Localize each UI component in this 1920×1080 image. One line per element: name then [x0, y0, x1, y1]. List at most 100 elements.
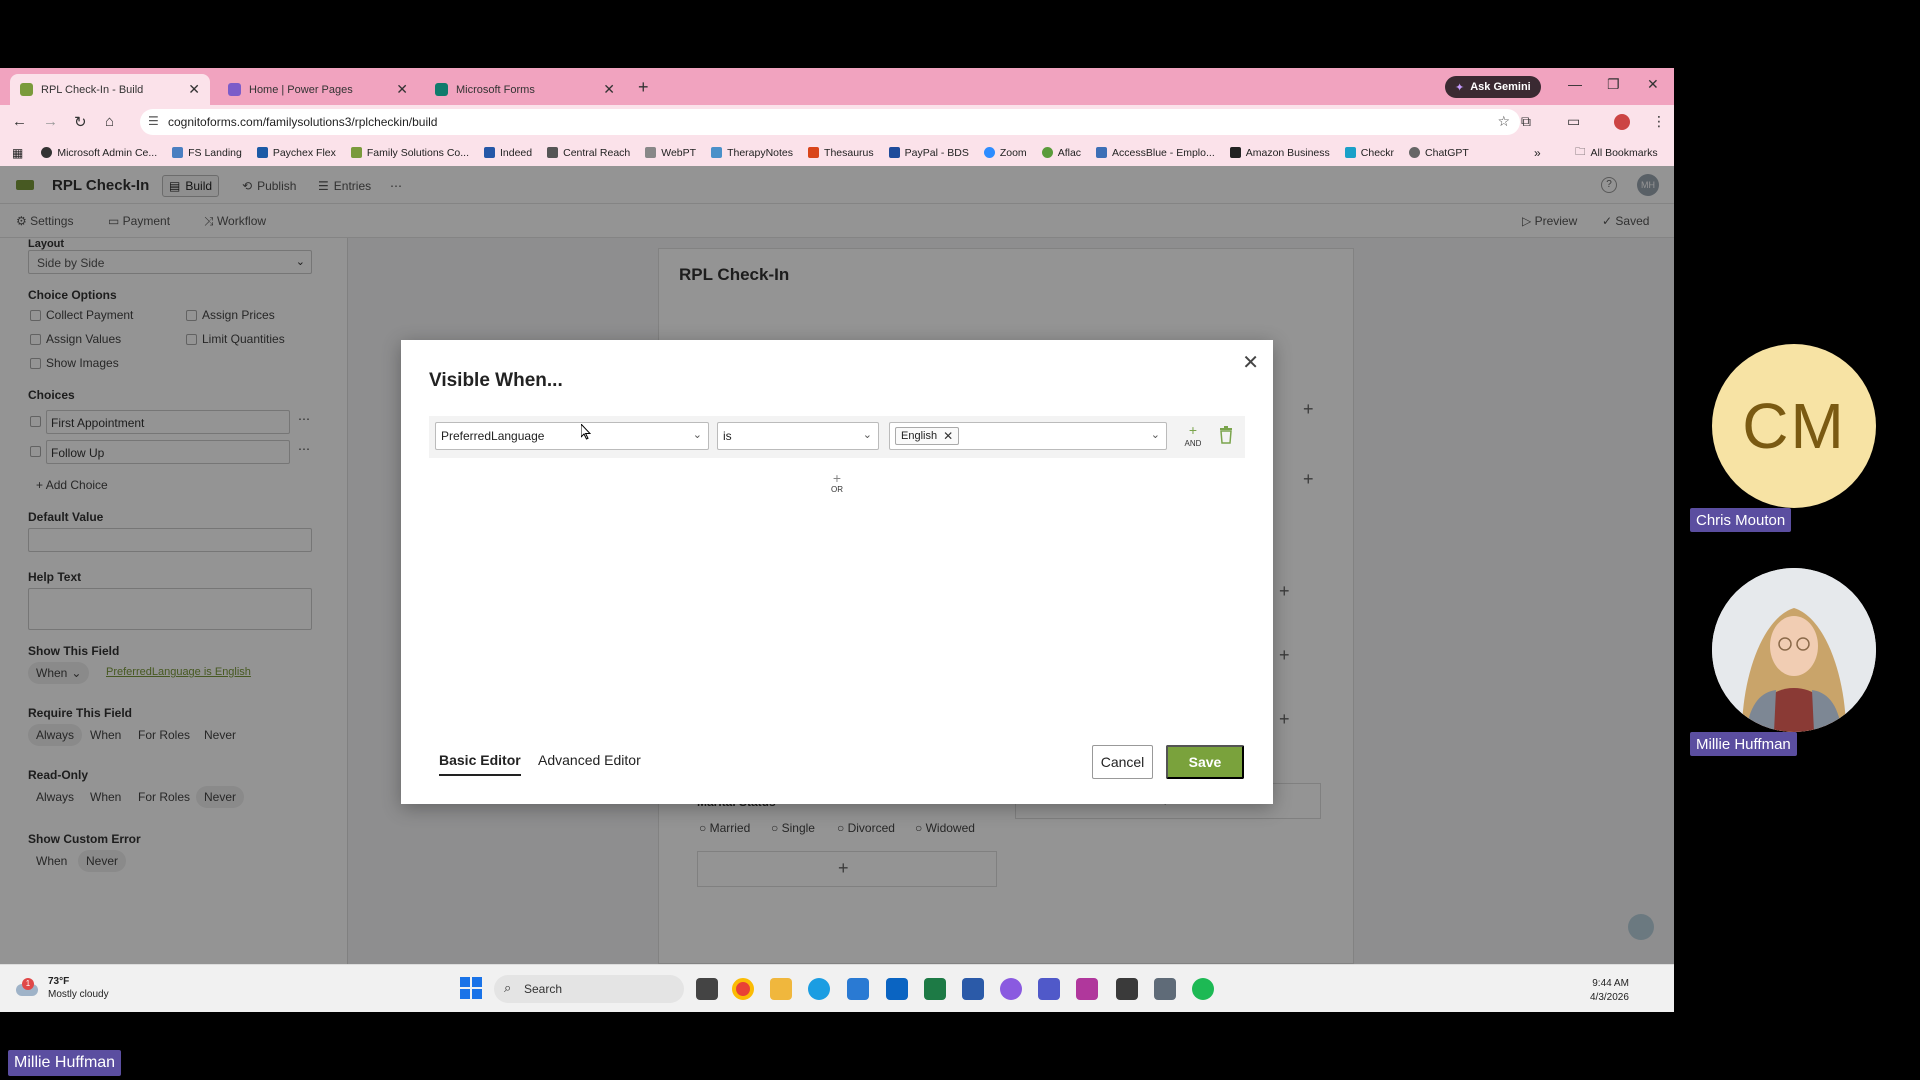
bookmark-item[interactable]: Paychex Flex — [256, 147, 336, 159]
more-bookmarks-chevron-icon[interactable]: » — [1534, 146, 1541, 160]
remove-chip-icon[interactable]: ✕ — [943, 429, 953, 443]
store-icon[interactable] — [847, 978, 869, 1000]
bookmark-star-icon[interactable]: ☆ — [1497, 113, 1510, 130]
back-arrow-icon[interactable]: ← — [12, 113, 27, 130]
bookmark-item[interactable]: Amazon Business — [1229, 147, 1330, 159]
url-text: cognitoforms.com/familysolutions3/rplche… — [168, 115, 438, 129]
profile-avatar-icon[interactable] — [1614, 114, 1630, 130]
bookmark-item[interactable]: Indeed — [484, 147, 532, 159]
add-or-condition-button[interactable]: + OR — [827, 471, 847, 496]
bookmark-item[interactable]: PayPal - BDS — [888, 147, 969, 159]
bookmark-favicon-icon — [41, 147, 53, 158]
trash-icon[interactable] — [1219, 426, 1233, 444]
bookmark-item[interactable]: Checkr — [1344, 147, 1394, 159]
new-tab-plus-icon[interactable]: + — [638, 77, 649, 98]
onenote-icon[interactable] — [1076, 978, 1098, 1000]
cancel-button[interactable]: Cancel — [1092, 745, 1153, 779]
add-and-condition-button[interactable]: + AND — [1181, 423, 1205, 450]
spotify-icon[interactable] — [1192, 978, 1214, 1000]
taskbar-clock[interactable]: 9:44 AM 4/3/2026 — [1590, 977, 1629, 1005]
edge-icon[interactable] — [808, 978, 830, 1000]
bookmark-favicon-icon — [1041, 147, 1053, 158]
advanced-editor-tab[interactable]: Advanced Editor — [538, 752, 641, 774]
tab-label: Home | Power Pages — [249, 83, 353, 96]
basic-editor-tab[interactable]: Basic Editor — [439, 752, 521, 776]
ask-gemini-button[interactable]: ✦ Ask Gemini — [1445, 76, 1541, 98]
file-explorer-icon[interactable] — [770, 978, 792, 1000]
chevron-down-icon: ⌄ — [692, 429, 702, 441]
extensions-icon[interactable]: ⧉ — [1521, 113, 1531, 130]
bookmark-item[interactable]: Thesaurus — [808, 147, 874, 159]
bookmarks-bar: ▦ Microsoft Admin Ce... FS Landing Paych… — [0, 139, 1674, 166]
teams-icon[interactable] — [1038, 978, 1060, 1000]
bookmark-favicon-icon — [256, 147, 268, 158]
bookmark-item[interactable]: TherapyNotes — [711, 147, 793, 159]
menu-kebab-icon[interactable]: ⋮ — [1652, 113, 1666, 130]
windows-start-icon[interactable] — [460, 977, 482, 1004]
participant-name-tag: Chris Mouton — [1690, 508, 1792, 532]
bookmark-item[interactable]: FS Landing — [172, 147, 242, 159]
cx-app-icon[interactable] — [1116, 978, 1138, 1000]
gemini-label: Ask Gemini — [1470, 81, 1531, 93]
task-view-icon[interactable] — [696, 978, 718, 1000]
value-multiselect[interactable]: English ✕ ⌄ — [889, 422, 1167, 450]
bookmark-item[interactable]: Family Solutions Co... — [350, 147, 469, 159]
bookmark-item[interactable]: WebPT — [645, 147, 696, 159]
all-bookmarks-folder[interactable]: 🗀 All Bookmarks — [1575, 144, 1658, 162]
bookmark-item[interactable]: Microsoft Admin Ce... — [41, 147, 157, 159]
bookmark-item[interactable]: Zoom — [983, 147, 1027, 159]
bookmark-favicon-icon — [1344, 147, 1356, 158]
browser-toolbar: ← → ↻ ⌂ ☰ cognitoforms.com/familysolutio… — [0, 105, 1674, 139]
bookmark-item[interactable]: Aflac — [1041, 147, 1081, 159]
search-icon: ⌕ — [504, 980, 512, 995]
bookmark-favicon-icon — [645, 147, 657, 158]
tab-label: RPL Check-In - Build — [41, 83, 144, 96]
bookmark-favicon-icon — [808, 147, 820, 158]
outlook-icon[interactable] — [886, 978, 908, 1000]
close-tab-icon[interactable]: ✕ — [188, 81, 200, 98]
close-window-icon[interactable]: ✕ — [1647, 76, 1659, 93]
close-tab-icon[interactable]: ✕ — [603, 81, 615, 98]
close-icon[interactable]: ✕ — [1242, 350, 1259, 375]
bookmark-item[interactable]: AccessBlue - Emplo... — [1096, 147, 1215, 159]
bookmark-item[interactable]: Central Reach — [547, 147, 630, 159]
dialog-title: Visible When... — [429, 370, 563, 391]
temperature: 73°F — [48, 976, 70, 987]
cast-icon[interactable]: ▭ — [1567, 113, 1580, 130]
calculator-icon[interactable] — [1154, 978, 1176, 1000]
chrome-icon[interactable] — [732, 978, 754, 1000]
address-bar[interactable]: ☰ cognitoforms.com/familysolutions3/rplc… — [140, 109, 1520, 135]
home-icon[interactable]: ⌂ — [105, 113, 114, 130]
visible-when-dialog: Visible When... ✕ PreferredLanguage ⌄ is… — [401, 340, 1273, 804]
field-select[interactable]: PreferredLanguage ⌄ — [435, 422, 709, 450]
site-info-icon[interactable]: ☰ — [148, 114, 159, 128]
restore-icon[interactable]: ❐ — [1607, 76, 1620, 93]
tab-rpl-check-in[interactable]: RPL Check-In - Build ✕ — [10, 74, 210, 105]
tab-microsoft-forms[interactable]: Microsoft Forms ✕ — [425, 74, 625, 105]
mouse-cursor-icon — [581, 424, 591, 440]
close-tab-icon[interactable]: ✕ — [396, 81, 408, 98]
bookmark-item[interactable]: ChatGPT — [1409, 147, 1469, 159]
copilot-icon[interactable] — [1000, 978, 1022, 1000]
save-button[interactable]: Save — [1166, 745, 1244, 779]
taskbar-search[interactable]: ⌕ Search — [494, 975, 684, 1003]
word-icon[interactable] — [962, 978, 984, 1000]
apps-grid-icon[interactable]: ▦ — [12, 146, 23, 160]
bookmark-favicon-icon — [1229, 147, 1241, 158]
tab-power-pages[interactable]: Home | Power Pages ✕ — [218, 74, 418, 105]
weather-widget[interactable]: 1 73°F Mostly cloudy — [14, 975, 109, 1001]
minimize-icon[interactable]: — — [1568, 76, 1582, 92]
weather-text: Mostly cloudy — [48, 989, 109, 1000]
forward-arrow-icon[interactable]: → — [43, 113, 58, 130]
cloud-icon: 1 — [14, 978, 40, 998]
reload-icon[interactable]: ↻ — [74, 113, 87, 131]
tab-label: Microsoft Forms — [456, 83, 535, 96]
chevron-down-icon: ⌄ — [862, 429, 872, 441]
bookmark-favicon-icon — [547, 147, 559, 158]
bookmark-favicon-icon — [172, 147, 184, 158]
excel-icon[interactable] — [924, 978, 946, 1000]
bookmark-favicon-icon — [983, 147, 995, 158]
folder-icon: 🗀 — [1575, 145, 1586, 158]
bookmark-favicon-icon — [711, 147, 723, 158]
operator-select[interactable]: is ⌄ — [717, 422, 879, 450]
